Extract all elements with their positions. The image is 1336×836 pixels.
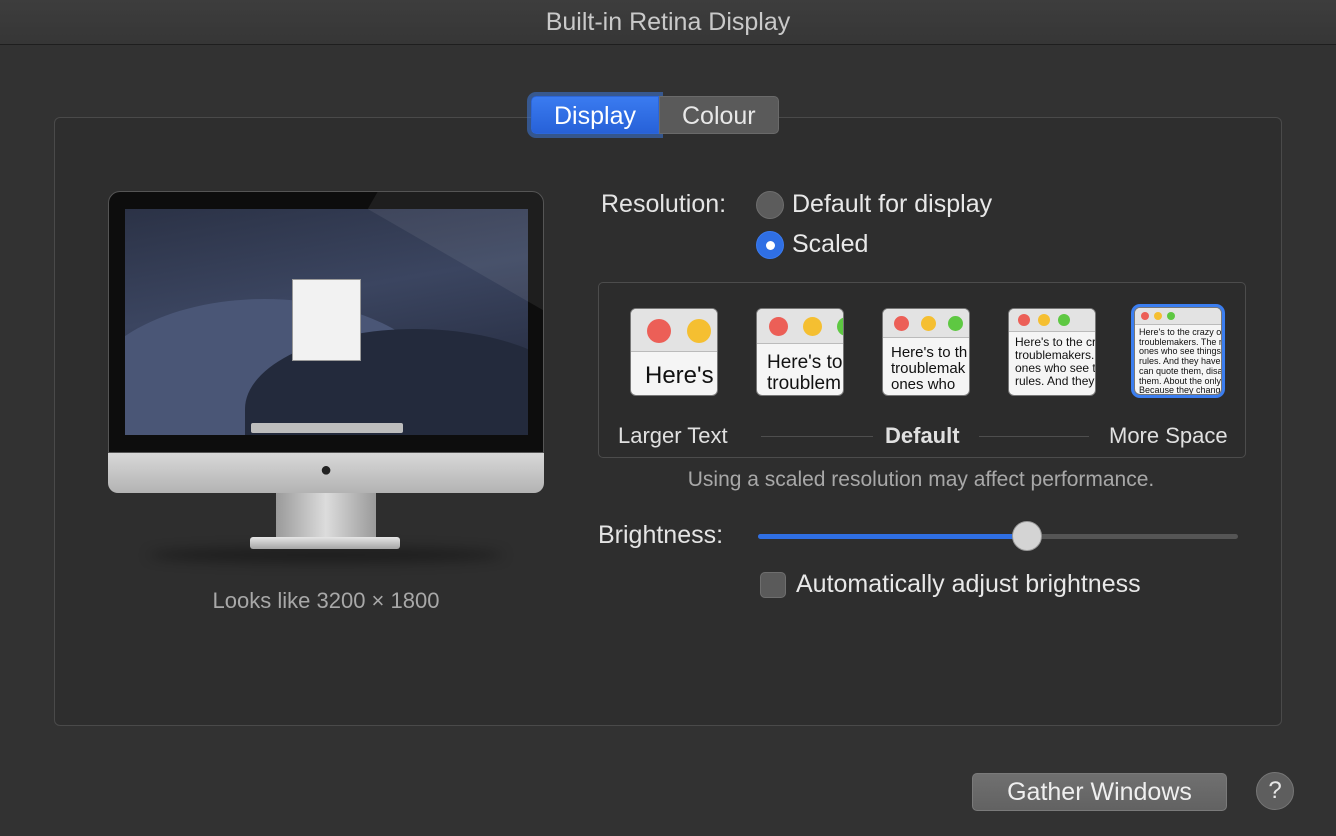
minimize-dot-icon <box>1038 314 1050 326</box>
scaling-options: Here's Here's to troublem Here's to th t… <box>598 282 1246 458</box>
default-label: Default <box>885 423 960 448</box>
mini-window <box>292 279 361 361</box>
mini-dock <box>251 423 403 433</box>
radio-button-selected-icon[interactable] <box>756 230 784 259</box>
help-button[interactable]: ? <box>1256 772 1294 810</box>
scale-option-2[interactable]: Here's to troublem <box>756 308 844 396</box>
close-dot-icon <box>647 319 671 343</box>
radio-scaled[interactable]: Scaled <box>756 230 868 259</box>
minimize-dot-icon <box>687 319 711 343</box>
imac-stand <box>276 493 376 539</box>
larger-text-label: Larger Text <box>618 423 728 448</box>
window-title: Built-in Retina Display <box>0 0 1336 45</box>
tab-colour[interactable]: Colour <box>658 96 779 134</box>
brightness-slider-knob[interactable] <box>1011 521 1042 551</box>
imac-shadow <box>148 547 504 563</box>
scale-option-larger-text[interactable]: Here's <box>630 308 718 396</box>
sample-text: Here's to the crazy one troublemakers. T… <box>1139 327 1222 395</box>
zoom-dot-icon <box>837 317 843 336</box>
brightness-slider-fill <box>758 534 1027 539</box>
scale-option-default[interactable]: Here's to th troublemak ones who <box>882 308 970 396</box>
close-dot-icon <box>1141 312 1149 320</box>
auto-brightness-checkbox[interactable]: Automatically adjust brightness <box>760 570 1141 599</box>
imac-foot <box>250 537 400 549</box>
radio-label: Scaled <box>792 230 869 258</box>
radio-label: Default for display <box>792 190 993 218</box>
sample-text: Here's to th troublemak ones who <box>891 344 968 394</box>
checkbox-icon[interactable] <box>760 571 786 598</box>
resolution-readout: Looks like 3200 × 1800 <box>212 588 440 613</box>
sample-text: Here's to the cr troublemakers. ones who… <box>1015 335 1096 388</box>
close-dot-icon <box>769 317 788 336</box>
minimize-dot-icon <box>921 316 936 331</box>
minimize-dot-icon <box>803 317 822 336</box>
performance-note: Using a scaled resolution may affect per… <box>687 468 1155 491</box>
minimize-dot-icon <box>1154 312 1162 320</box>
imac-preview: ● <box>108 191 544 571</box>
brightness-label: Brightness: <box>598 521 724 549</box>
more-space-label: More Space <box>1109 423 1228 448</box>
scale-option-4[interactable]: Here's to the cr troublemakers. ones who… <box>1008 308 1096 396</box>
apple-logo-icon: ● <box>319 459 333 481</box>
resolution-label: Resolution: <box>601 190 727 218</box>
close-dot-icon <box>894 316 909 331</box>
tab-bar: Display Colour <box>531 96 779 138</box>
scale-option-more-space[interactable]: Here's to the crazy one troublemakers. T… <box>1134 307 1222 395</box>
radio-button-icon[interactable] <box>756 190 784 219</box>
zoom-dot-icon <box>1167 312 1175 320</box>
brightness-slider[interactable] <box>758 521 1238 551</box>
sample-text: Here's <box>645 362 714 389</box>
sample-text: Here's to troublem <box>767 352 843 394</box>
zoom-dot-icon <box>948 316 963 331</box>
close-dot-icon <box>1018 314 1030 326</box>
tab-display[interactable]: Display <box>531 96 659 134</box>
radio-default-for-display[interactable]: Default for display <box>756 190 992 219</box>
gather-windows-button[interactable]: Gather Windows <box>972 773 1227 811</box>
zoom-dot-icon <box>1058 314 1070 326</box>
imac-screen <box>108 191 544 453</box>
auto-brightness-label: Automatically adjust brightness <box>796 570 1141 598</box>
